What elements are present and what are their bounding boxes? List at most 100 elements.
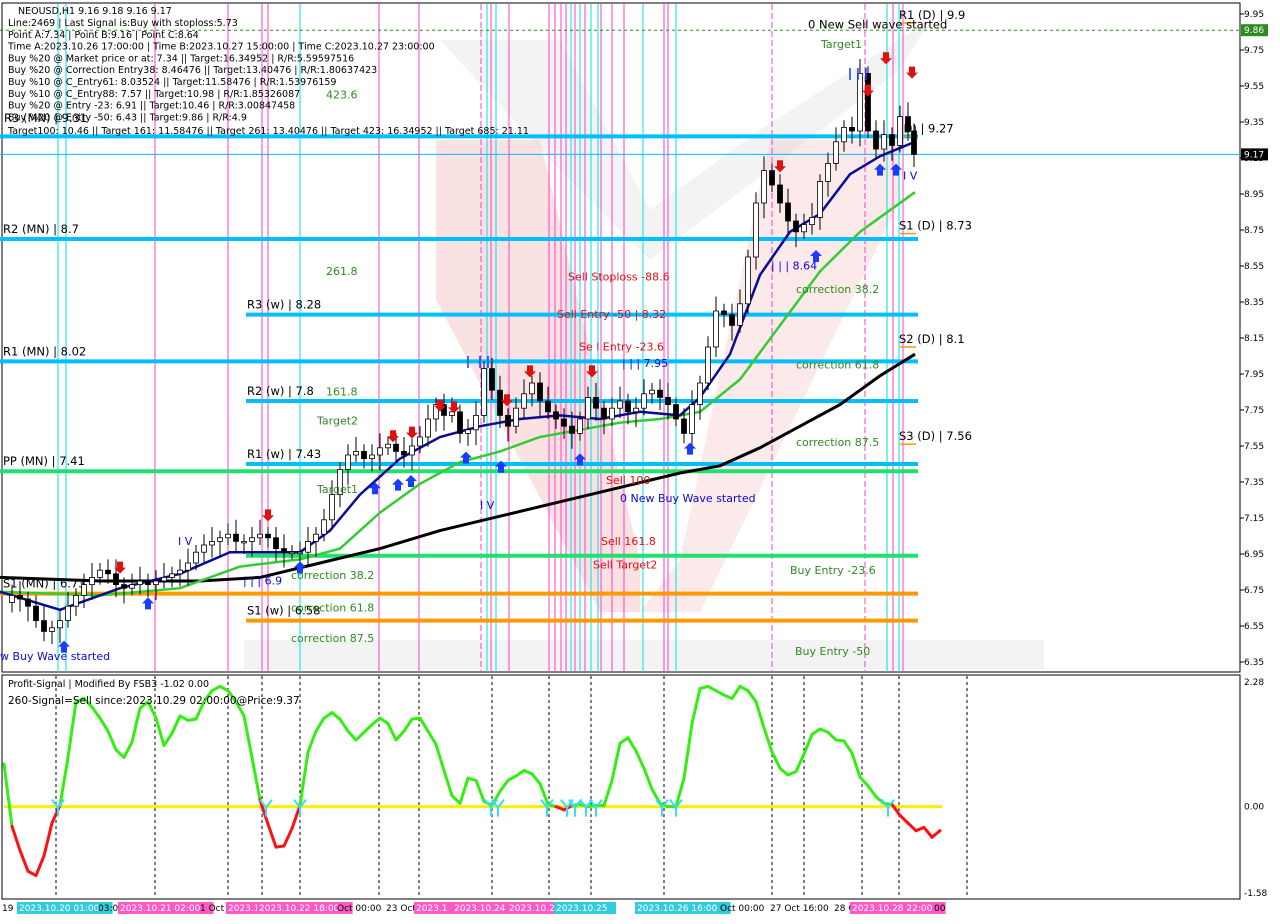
- candle-body: [313, 533, 319, 542]
- candle-body: [665, 396, 671, 405]
- candle-body: [761, 170, 767, 204]
- candle-body: [897, 116, 903, 146]
- candle-body: [617, 400, 623, 409]
- candle-body: [105, 569, 111, 575]
- candle-body: [865, 73, 871, 132]
- candle-body: [721, 310, 727, 315]
- candle-body: [561, 418, 567, 427]
- chart-annotation: correction 38.2: [291, 569, 374, 582]
- info-line: Buy %10 @ C_Entry61: 8.03524 || Target:1…: [8, 77, 336, 88]
- candle-body: [681, 418, 687, 434]
- candle-body: [657, 389, 663, 398]
- daily-level-label: S2 (D) | 8.1: [899, 332, 965, 346]
- price-chart[interactable]: R2 (MN) | 8.7 R3 (w) | 8.28 R1 (MN) | 8.02…: [0, 0, 1280, 920]
- candle-body: [911, 130, 917, 155]
- time-tick-label: 2023.1: [416, 904, 448, 914]
- candle-body: [769, 170, 775, 186]
- targets-line: Target100: 10.46 || Target 161: 11.58476…: [7, 126, 529, 137]
- chart-annotation: Sell Target2: [593, 558, 657, 571]
- candle-body: [513, 407, 519, 427]
- candle-body: [97, 569, 103, 578]
- level-label: R1 (MN) | 8.02: [3, 344, 86, 358]
- level-label: PP (MN) | 7.41: [3, 454, 85, 468]
- candle-body: [153, 580, 159, 585]
- chart-annotation: | | | 6.9: [243, 575, 282, 588]
- candle-body: [305, 541, 311, 553]
- candle-body: [65, 605, 71, 622]
- chart-annotation: correction 87.5: [796, 436, 879, 449]
- candle-body: [393, 443, 399, 452]
- chart-annotation: | | | 8.64: [771, 260, 817, 273]
- candle-body: [529, 382, 535, 395]
- candle-body: [225, 533, 231, 539]
- candle-body: [817, 180, 823, 218]
- candle-body: [169, 573, 175, 578]
- chart-annotation: 0 New Buy Wave started: [620, 492, 756, 505]
- candle-body: [497, 389, 503, 416]
- candle-body: [241, 541, 247, 544]
- candle-body: [873, 130, 879, 150]
- candle-body: [753, 202, 759, 258]
- candle-body: [289, 551, 295, 555]
- time-tick-label: 2023.10.22 18:00: [259, 904, 340, 914]
- price-tick-label: 9.55: [1244, 82, 1264, 92]
- chart-annotation: 161.8: [326, 386, 358, 399]
- candle-body: [713, 310, 719, 348]
- candle-body: [801, 224, 807, 233]
- price-tick-label: 9.95: [1244, 10, 1264, 20]
- candle-body: [361, 450, 367, 459]
- candle-body: [385, 443, 391, 449]
- candle-body: [905, 116, 911, 132]
- time-tick-label: 23 Oct: [386, 904, 416, 914]
- candle-body: [809, 216, 815, 225]
- candle-body: [649, 389, 655, 395]
- candle-body: [193, 551, 199, 564]
- time-tick-label: 2023.10.21 02:00: [120, 904, 201, 914]
- chart-annotation: Target2: [316, 414, 358, 427]
- candle-body: [409, 445, 415, 456]
- candle-body: [793, 220, 799, 233]
- candle-body: [73, 595, 79, 607]
- candle-body: [233, 533, 239, 542]
- time-tick-label: 2023.10.24: [454, 904, 506, 914]
- candle-body: [785, 202, 791, 222]
- time-tick-label: 27 Oct 16:00: [770, 904, 829, 914]
- current-price-label: 9.17: [1244, 150, 1264, 160]
- chart-annotation: Sell 161.8: [601, 535, 656, 548]
- chart-annotation: correction 38.2: [796, 283, 879, 296]
- daily-level-label: S3 (D) | 7.56: [899, 429, 972, 443]
- candle-body: [161, 577, 167, 582]
- candle-body: [729, 314, 735, 326]
- chart-annotation: Buy Entry -23.6: [790, 564, 876, 577]
- chart-annotation: 0 New Sell wave started: [808, 17, 947, 31]
- candle-body: [689, 404, 695, 434]
- candle-body: [737, 303, 743, 326]
- price-tick-label: 9.35: [1244, 118, 1264, 128]
- price-tick-label: 7.35: [1244, 478, 1264, 488]
- info-line: Buy %20 @ Entry -23: 6.91 || Target:10.4…: [8, 101, 295, 112]
- candle-body: [33, 605, 39, 622]
- candle-body: [25, 598, 31, 607]
- candle-body: [601, 407, 607, 420]
- candle-body: [577, 418, 583, 434]
- price-tick-label: 6.55: [1244, 622, 1264, 632]
- candle-body: [849, 127, 855, 132]
- candle-body: [489, 368, 495, 391]
- chart-annotation: Target1: [316, 483, 358, 496]
- price-tick-label: 7.55: [1244, 442, 1264, 452]
- price-tick-label: 7.75: [1244, 406, 1264, 416]
- candle-body: [257, 533, 263, 539]
- chart-annotation: I V: [178, 535, 193, 548]
- candle-body: [633, 407, 639, 413]
- indicator-tick-label: 0.00: [1244, 803, 1264, 813]
- time-tick-label: 2023.10.2: [509, 904, 555, 914]
- candle-body: [377, 447, 383, 456]
- info-line: Buy %10 @ C_Entry88: 7.57 || Target:10.9…: [8, 89, 300, 100]
- candle-body: [41, 620, 47, 632]
- price-tick-label: 7.95: [1244, 370, 1264, 380]
- time-tick-label: Oct 00:00: [337, 904, 382, 914]
- chart-annotation: 423.6: [326, 89, 358, 102]
- candle-body: [705, 346, 711, 384]
- candle-body: [353, 450, 359, 456]
- level-label: R3 (w) | 8.28: [247, 298, 321, 312]
